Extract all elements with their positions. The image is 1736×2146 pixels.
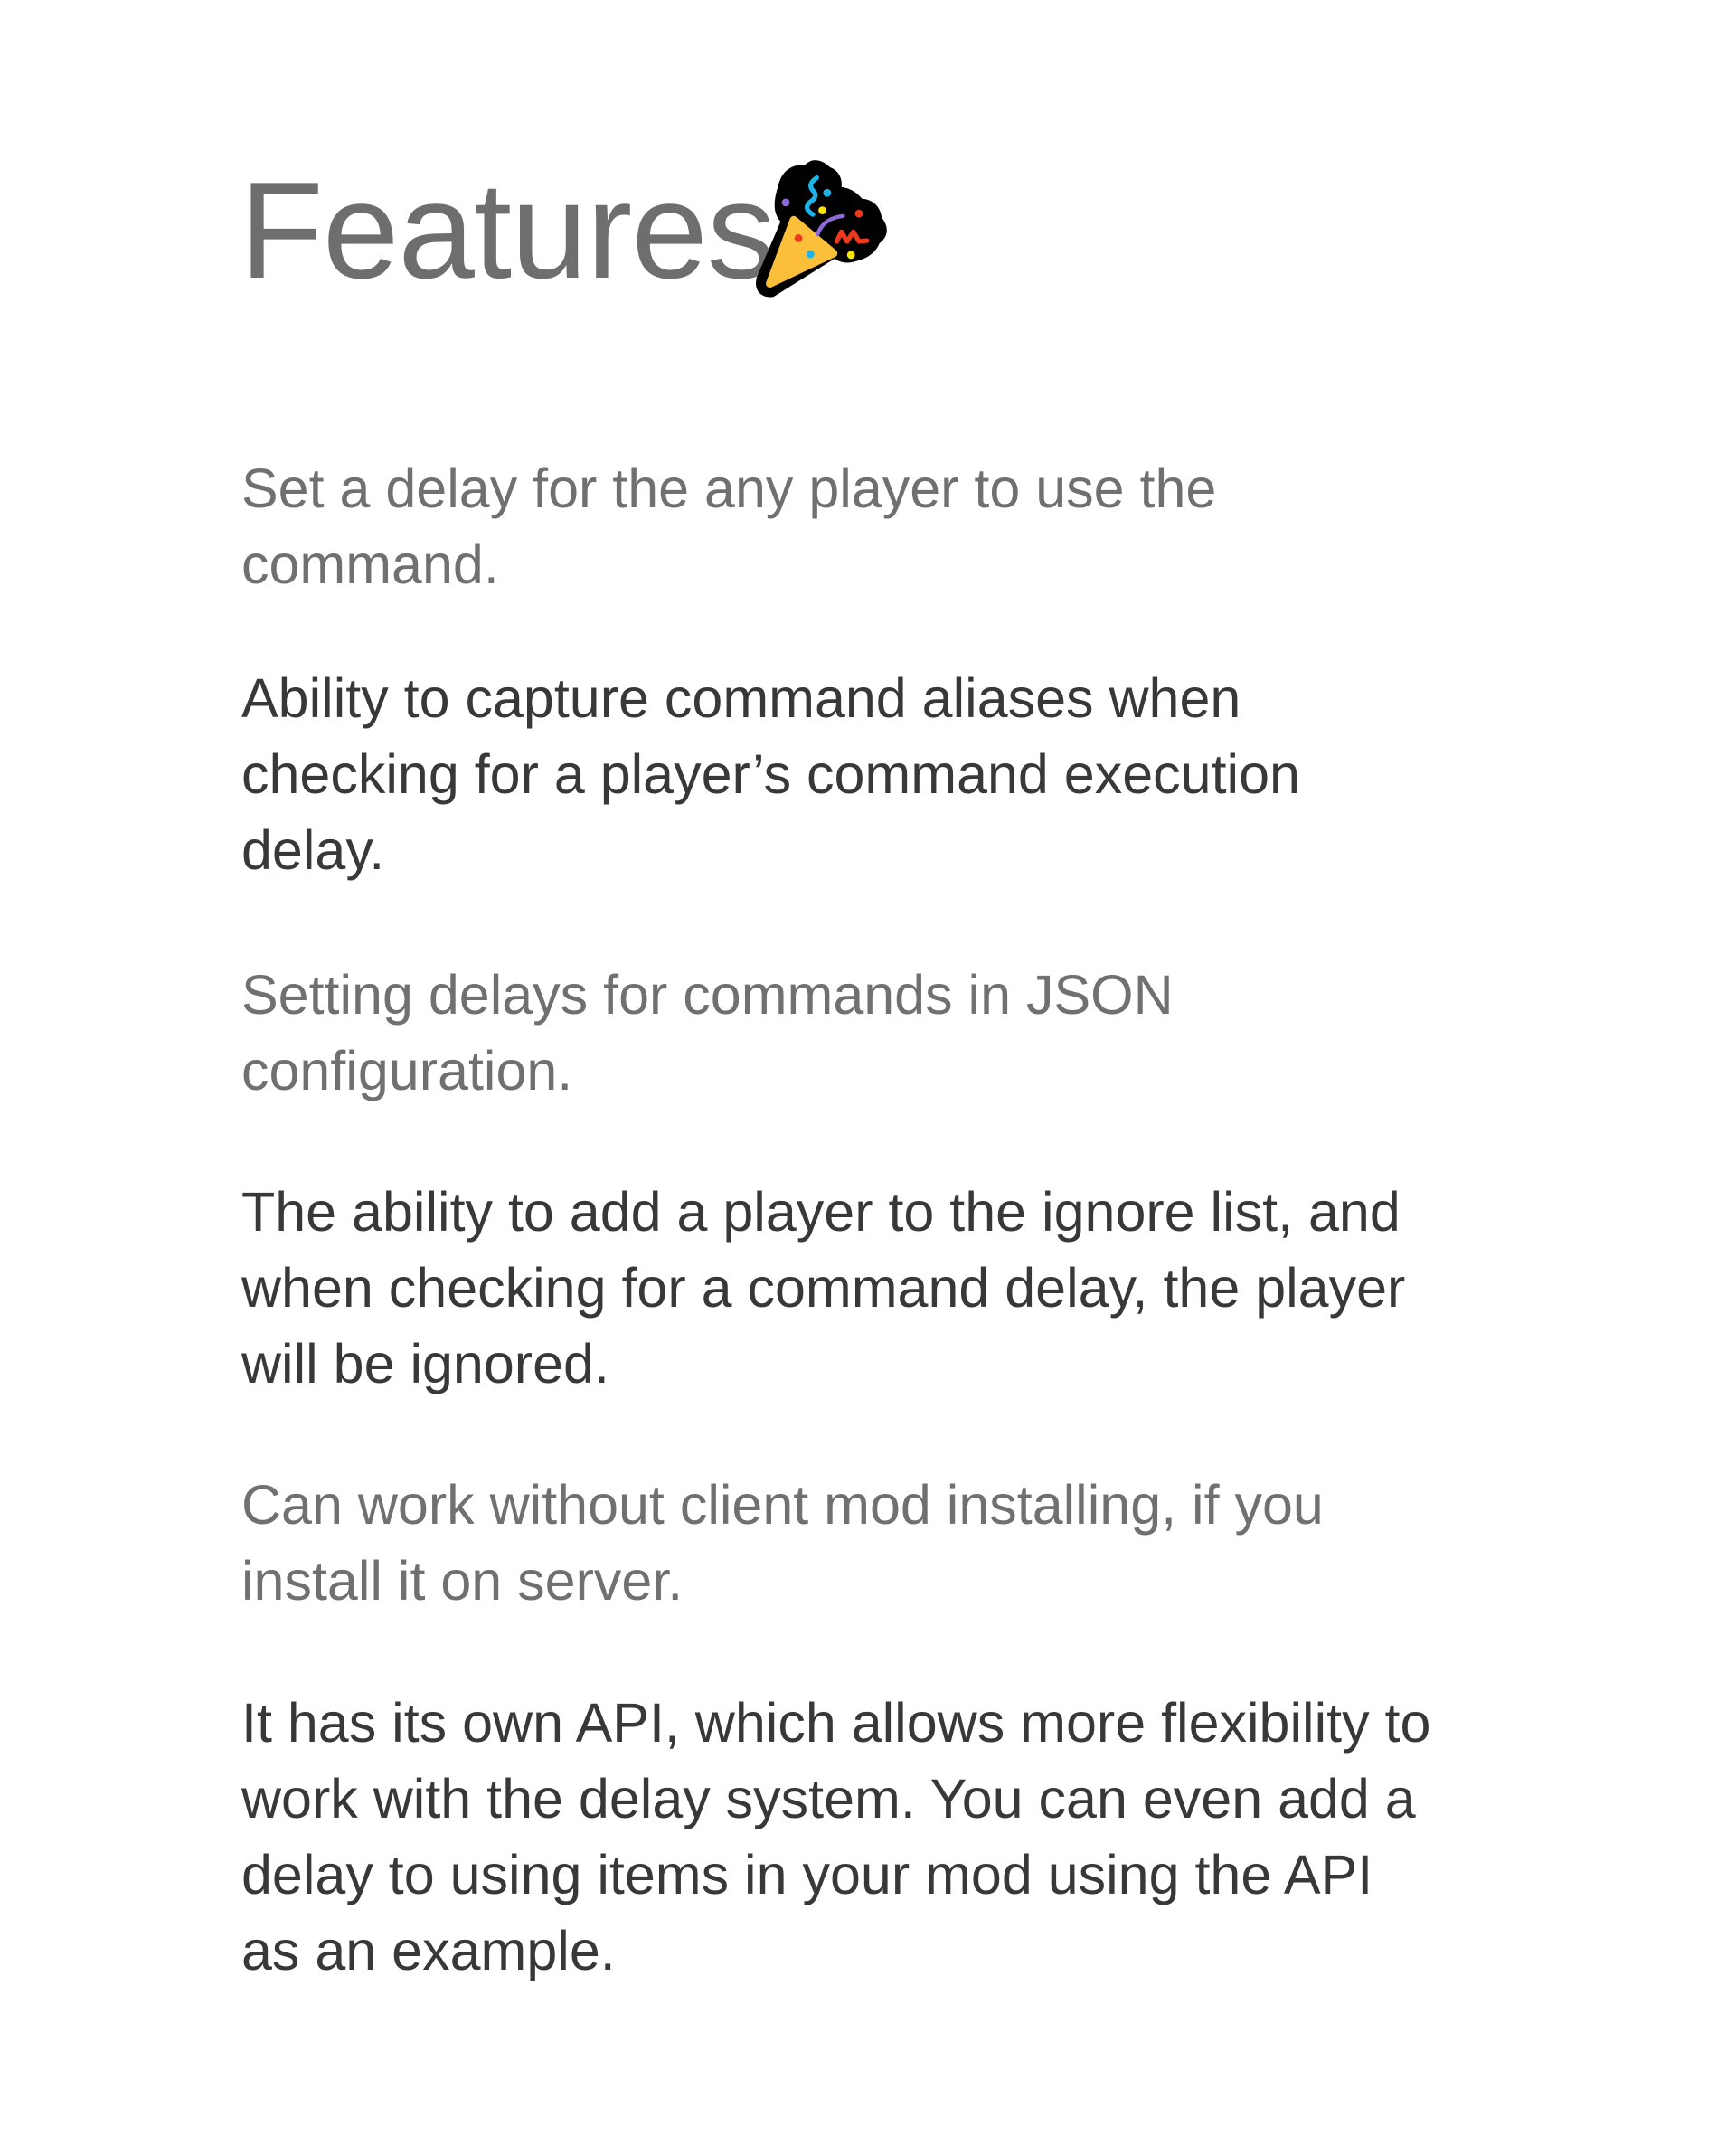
feature-text-line: The ability to add a player to the ignor… <box>241 1181 1401 1243</box>
feature-text-line: install it on server. <box>241 1550 684 1612</box>
feature-text-line: will be ignored. <box>241 1333 609 1394</box>
feature-text-line: delay to using items in your mod using t… <box>241 1844 1373 1905</box>
party-popper-icon <box>756 160 887 298</box>
feature-item: It has its own API, which allows more fl… <box>241 1685 1430 1989</box>
feature-text-line: It has its own API, which allows more fl… <box>241 1692 1431 1754</box>
feature-text-line: configuration. <box>241 1040 573 1101</box>
feature-text-line: Setting delays for commands in JSON <box>241 964 1174 1026</box>
feature-item: Ability to capture command aliases when … <box>241 660 1300 888</box>
feature-item: Setting delays for commands in JSON conf… <box>241 957 1174 1109</box>
feature-text-line: delay. <box>241 819 385 881</box>
feature-text-line: command. <box>241 534 499 595</box>
feature-item: Can work without client mod installing, … <box>241 1467 1324 1619</box>
feature-item: Set a delay for the any player to use th… <box>241 450 1216 602</box>
page-title: Features <box>240 154 776 307</box>
feature-text-line: Ability to capture command aliases when <box>241 667 1241 729</box>
feature-text-line: Set a delay for the any player to use th… <box>241 458 1217 519</box>
feature-text-line: when checking for a command delay, the p… <box>241 1257 1406 1319</box>
feature-text-line: as an example. <box>241 1920 616 1981</box>
feature-text-line: Can work without client mod installing, … <box>241 1474 1324 1536</box>
feature-item: The ability to add a player to the ignor… <box>241 1174 1405 1402</box>
feature-text-line: checking for a player’s command executio… <box>241 743 1300 805</box>
feature-text-line: work with the delay system. You can even… <box>241 1768 1416 1829</box>
